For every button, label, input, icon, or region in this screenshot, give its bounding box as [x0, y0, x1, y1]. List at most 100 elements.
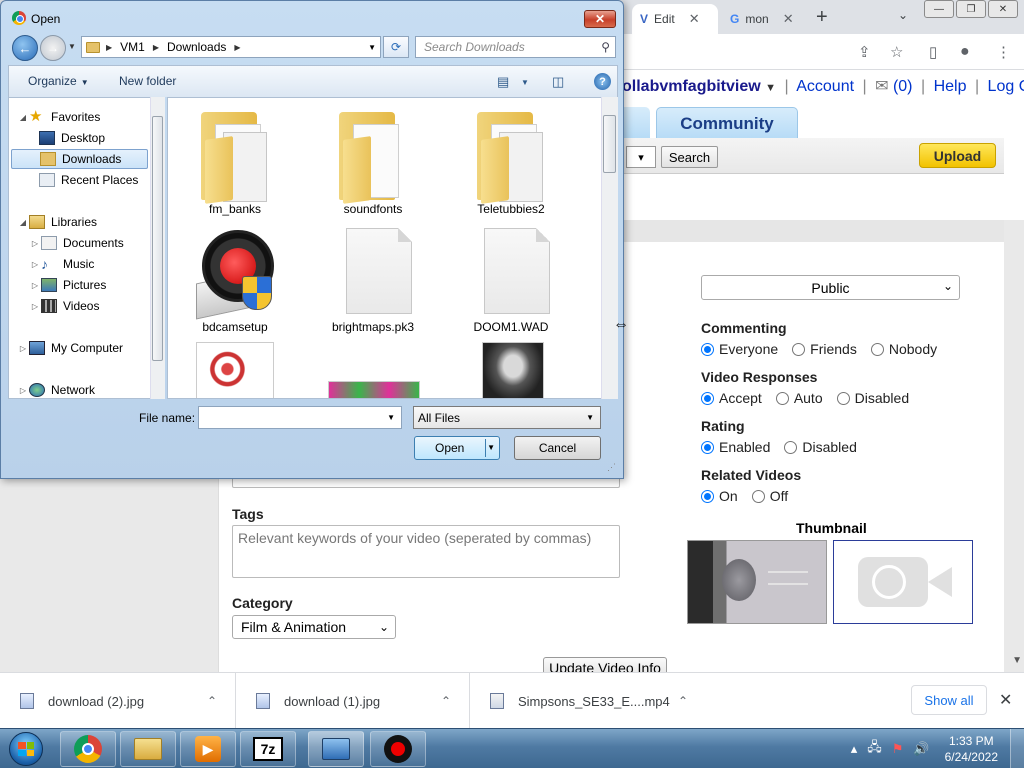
- radio-enabled[interactable]: Enabled: [701, 439, 770, 455]
- radio-control[interactable]: [701, 440, 714, 454]
- nav-desktop[interactable]: Desktop: [9, 128, 105, 148]
- close-button[interactable]: ✕: [584, 10, 616, 28]
- nav-favorites[interactable]: ◢ ★ Favorites: [9, 107, 100, 127]
- download-item[interactable]: Simpsons_SE33_E....mp4 ⌃: [470, 673, 706, 729]
- flag-alert-icon[interactable]: ⚑: [892, 741, 904, 757]
- taskbar-7zip[interactable]: 7z: [240, 731, 296, 767]
- file-name-input[interactable]: ▼: [198, 406, 402, 429]
- chevron-right-icon[interactable]: ▶: [106, 43, 112, 52]
- tab-edit[interactable]: V Edit ✕: [632, 4, 718, 34]
- download-item[interactable]: download (2).jpg ⌃: [0, 673, 236, 729]
- radio-control[interactable]: [784, 440, 798, 454]
- tab-google[interactable]: G mon ✕: [722, 4, 808, 34]
- resize-grip-icon[interactable]: ⋰: [607, 462, 616, 473]
- close-button[interactable]: ✕: [988, 0, 1018, 18]
- start-button[interactable]: [4, 730, 48, 768]
- search-category-select[interactable]: ▾: [626, 146, 656, 168]
- logout-link[interactable]: Log Out: [988, 78, 1024, 95]
- image-thumbnail[interactable]: [196, 342, 274, 398]
- profile-icon[interactable]: ●: [960, 43, 970, 61]
- close-icon[interactable]: ✕: [689, 11, 700, 27]
- taskbar-bandicam[interactable]: [370, 731, 426, 767]
- image-thumbnail[interactable]: [482, 342, 544, 398]
- radio-accept[interactable]: Accept: [701, 390, 762, 406]
- chevron-down-icon[interactable]: ▼: [368, 43, 376, 52]
- username-link[interactable]: ollabvmfagbitview: [622, 78, 761, 95]
- nav-downloads[interactable]: Downloads: [11, 149, 148, 169]
- radio-control[interactable]: [870, 342, 884, 356]
- chevron-up-icon[interactable]: ⌃: [678, 694, 688, 708]
- file-list-scrollbar-thumb[interactable]: [603, 115, 616, 173]
- nav-scrollbar-thumb[interactable]: [152, 116, 163, 361]
- side-panel-icon[interactable]: ▯: [929, 43, 937, 61]
- star-icon[interactable]: ☆: [890, 43, 903, 61]
- radio-control[interactable]: [701, 342, 714, 356]
- chevron-down-icon[interactable]: ▼: [387, 413, 395, 422]
- chevron-up-icon[interactable]: ▴: [851, 741, 858, 757]
- radio-friends[interactable]: Friends: [792, 341, 857, 357]
- help-link[interactable]: Help: [934, 78, 967, 95]
- nav-music[interactable]: ▷ ♪ Music: [9, 254, 94, 274]
- close-icon[interactable]: ✕: [783, 11, 794, 27]
- tags-textarea[interactable]: Relevant keywords of your video (seperat…: [232, 525, 620, 578]
- breadcrumb-downloads[interactable]: Downloads: [167, 40, 226, 54]
- nav-tab-community[interactable]: Community: [656, 107, 798, 139]
- taskbar-explorer[interactable]: [120, 731, 176, 767]
- volume-icon[interactable]: 🔊: [913, 741, 929, 757]
- chevron-up-icon[interactable]: ⌃: [207, 694, 217, 708]
- account-link[interactable]: Account: [796, 78, 854, 95]
- radio-on[interactable]: On: [701, 488, 738, 504]
- radio-control[interactable]: [701, 391, 714, 405]
- image-thumbnail[interactable]: [328, 381, 420, 398]
- nav-videos[interactable]: ▷ Videos: [9, 296, 99, 316]
- chevron-right-icon[interactable]: ▶: [234, 43, 240, 52]
- scroll-down-icon[interactable]: ▼: [1012, 655, 1022, 666]
- taskbar-media-player[interactable]: ▶: [180, 731, 236, 767]
- nav-libraries[interactable]: ◢ Libraries: [9, 212, 97, 232]
- show-all-button[interactable]: Show all: [911, 685, 987, 715]
- radio-control[interactable]: [792, 342, 806, 356]
- back-arrow-icon[interactable]: ←: [12, 35, 38, 61]
- radio-disabled[interactable]: Disabled: [836, 390, 909, 406]
- search-icon[interactable]: ⚲: [601, 40, 610, 54]
- search-input[interactable]: Search Downloads ⚲: [415, 36, 616, 58]
- nav-my-computer[interactable]: ▷ My Computer: [9, 338, 123, 358]
- file-type-select[interactable]: All Files ▼: [413, 406, 601, 429]
- radio-auto[interactable]: Auto: [775, 390, 823, 406]
- clock[interactable]: 1:33 PM 6/24/2022: [945, 733, 998, 765]
- help-icon[interactable]: ?: [594, 73, 611, 90]
- minimize-button[interactable]: —: [924, 0, 954, 18]
- organize-button[interactable]: Organize ▼: [28, 74, 89, 88]
- radio-nobody[interactable]: Nobody: [870, 341, 937, 357]
- radio-control[interactable]: [701, 489, 714, 503]
- new-tab-icon[interactable]: +: [816, 6, 828, 29]
- radio-control[interactable]: [775, 391, 789, 405]
- chevron-down-icon[interactable]: ▼: [487, 443, 495, 452]
- file-item-bdcamsetup[interactable]: bdcamsetup: [170, 226, 300, 336]
- chevron-up-icon[interactable]: ⌃: [441, 694, 451, 708]
- forward-arrow-icon[interactable]: →: [40, 35, 66, 61]
- chevron-right-icon[interactable]: ▶: [153, 43, 159, 52]
- chevron-down-icon[interactable]: ▼: [521, 78, 529, 87]
- nav-network[interactable]: ▷ Network: [9, 380, 95, 398]
- open-button[interactable]: Open ▼: [414, 436, 500, 460]
- preview-pane-icon[interactable]: ◫: [552, 74, 564, 90]
- taskbar-chrome[interactable]: [60, 731, 116, 767]
- category-select[interactable]: Film & Animation ⌄: [232, 615, 396, 639]
- thumbnail-option-1[interactable]: [687, 540, 827, 624]
- maximize-button[interactable]: ❐: [956, 0, 986, 18]
- radio-everyone[interactable]: Everyone: [701, 341, 778, 357]
- chevron-down-icon[interactable]: ⌄: [898, 8, 908, 22]
- nav-pictures[interactable]: ▷ Pictures: [9, 275, 106, 295]
- update-video-info-button[interactable]: Update Video Info: [543, 657, 667, 672]
- file-item-teletubbies2[interactable]: Teletubbies2: [446, 104, 576, 220]
- breadcrumb-vm1[interactable]: VM1: [120, 40, 145, 54]
- mail-icon[interactable]: ✉: [875, 78, 888, 95]
- radio-off[interactable]: Off: [751, 488, 788, 504]
- file-item-soundfonts[interactable]: soundfonts: [308, 104, 438, 220]
- radio-control[interactable]: [836, 391, 850, 405]
- nav-tab-partial[interactable]: [622, 107, 650, 139]
- taskbar-control-panel[interactable]: [308, 731, 364, 767]
- file-item-fm-banks[interactable]: fm_banks: [170, 104, 300, 220]
- upload-button[interactable]: Upload: [919, 143, 996, 168]
